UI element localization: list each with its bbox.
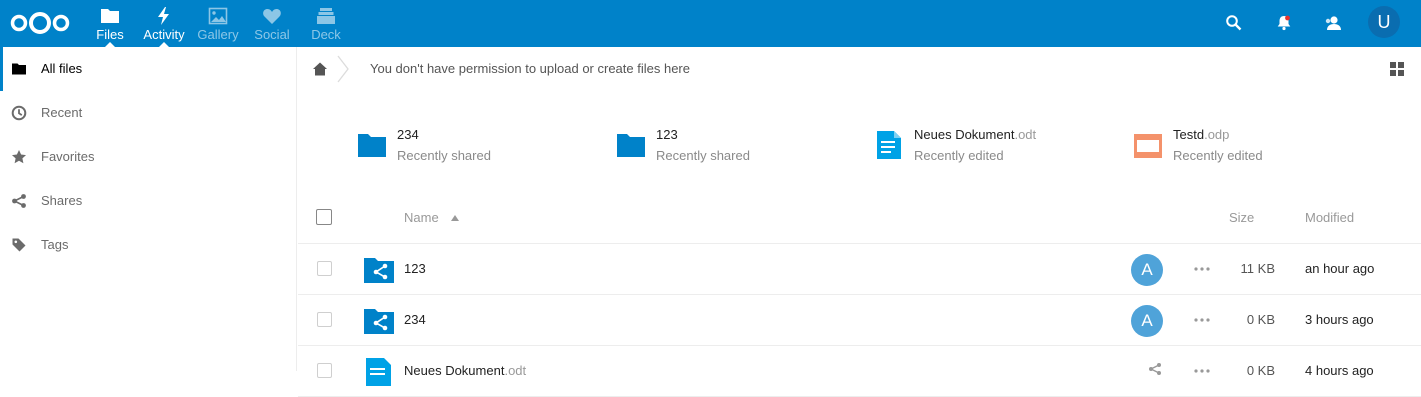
file-name[interactable]: 234 — [404, 312, 426, 327]
shared-folder-icon — [364, 258, 394, 283]
sort-ascending-icon[interactable] — [451, 215, 459, 221]
sidebar-item-label: All files — [41, 61, 83, 76]
recent-item-name: 123 — [656, 127, 678, 142]
app-deck[interactable]: Deck — [294, 0, 358, 47]
recent-item-name: 234 — [397, 127, 419, 142]
breadcrumb: You don't have permission to upload or c… — [298, 47, 1421, 91]
top-header: Files Activity Gallery Social Deck U — [0, 0, 1421, 47]
sidebar-item-label: Favorites — [41, 149, 95, 164]
row-checkbox[interactable] — [317, 312, 332, 327]
lightning-icon — [158, 7, 169, 25]
tag-icon — [12, 238, 26, 252]
document-icon — [877, 131, 901, 159]
shared-folder-icon — [364, 309, 394, 334]
app-deck-label: Deck — [311, 27, 341, 42]
recent-item[interactable]: Testd.odp Recently edited — [1134, 127, 1374, 167]
star-icon — [12, 150, 26, 164]
column-header-modified[interactable]: Modified — [1305, 210, 1354, 225]
recent-item-status: Recently shared — [397, 148, 491, 163]
share-owner-avatar[interactable]: A — [1131, 305, 1163, 337]
file-size: 0 KB — [1246, 312, 1275, 327]
sidebar-item-tags[interactable]: Tags — [0, 223, 296, 267]
column-header-name[interactable]: Name — [404, 210, 439, 225]
table-row[interactable]: 234 A 0 KB 3 hours ago — [298, 295, 1421, 346]
sidebar-item-label: Shares — [41, 193, 83, 208]
file-table-header: Name Size Modified — [298, 197, 1421, 244]
folder-icon — [617, 134, 645, 157]
folder-icon — [358, 134, 386, 157]
deck-icon — [317, 8, 335, 24]
sidebar: All files Recent Favorites Shares Tags — [0, 47, 297, 371]
more-options-icon[interactable] — [1193, 313, 1211, 327]
sidebar-item-all-files[interactable]: All files — [0, 47, 296, 91]
nextcloud-logo-icon[interactable] — [10, 11, 70, 35]
recent-item-name: Testd.odp — [1173, 127, 1230, 142]
recent-item[interactable]: 123 Recently shared — [617, 127, 857, 167]
share-icon[interactable] — [1148, 362, 1162, 376]
presentation-icon — [1134, 134, 1162, 158]
document-icon — [366, 358, 391, 386]
grid-view-icon[interactable] — [1390, 62, 1404, 76]
column-header-size[interactable]: Size — [1229, 210, 1254, 225]
share-icon — [12, 194, 26, 208]
recent-item[interactable]: 234 Recently shared — [358, 127, 598, 167]
user-avatar[interactable]: U — [1368, 6, 1400, 38]
file-size: 11 KB — [1240, 261, 1275, 276]
folder-icon — [12, 63, 26, 75]
sidebar-item-recent[interactable]: Recent — [0, 91, 296, 135]
recent-item-status: Recently edited — [1173, 148, 1263, 163]
files-content: You don't have permission to upload or c… — [298, 47, 1421, 397]
sidebar-item-favorites[interactable]: Favorites — [0, 135, 296, 179]
contacts-icon[interactable] — [1323, 13, 1343, 33]
search-icon[interactable] — [1224, 13, 1244, 33]
folder-icon — [101, 9, 119, 23]
recent-item[interactable]: Neues Dokument.odt Recently edited — [875, 127, 1115, 167]
recent-item-name: Neues Dokument.odt — [914, 127, 1037, 142]
breadcrumb-separator-icon — [337, 55, 349, 83]
notifications-icon[interactable] — [1274, 13, 1294, 33]
select-all-checkbox[interactable] — [316, 209, 332, 225]
table-row[interactable]: Neues Dokument.odt 0 KB 4 hours ago — [298, 346, 1421, 397]
table-row[interactable]: 123 A 11 KB an hour ago — [298, 244, 1421, 295]
sidebar-item-label: Recent — [41, 105, 83, 120]
clock-icon — [11, 105, 27, 121]
file-name[interactable]: 123 — [404, 261, 426, 276]
more-options-icon[interactable] — [1193, 262, 1211, 276]
file-modified: 3 hours ago — [1305, 312, 1374, 327]
permission-message: You don't have permission to upload or c… — [370, 61, 690, 76]
image-icon — [208, 7, 228, 25]
sidebar-item-label: Tags — [41, 237, 69, 252]
file-modified: an hour ago — [1305, 261, 1375, 276]
recent-item-status: Recently shared — [656, 148, 750, 163]
row-checkbox[interactable] — [317, 261, 332, 276]
share-owner-avatar[interactable]: A — [1131, 254, 1163, 286]
home-icon[interactable] — [312, 61, 328, 77]
more-options-icon[interactable] — [1193, 364, 1211, 378]
recent-item-status: Recently edited — [914, 148, 1004, 163]
heart-icon — [263, 9, 281, 24]
sidebar-item-shares[interactable]: Shares — [0, 179, 296, 223]
